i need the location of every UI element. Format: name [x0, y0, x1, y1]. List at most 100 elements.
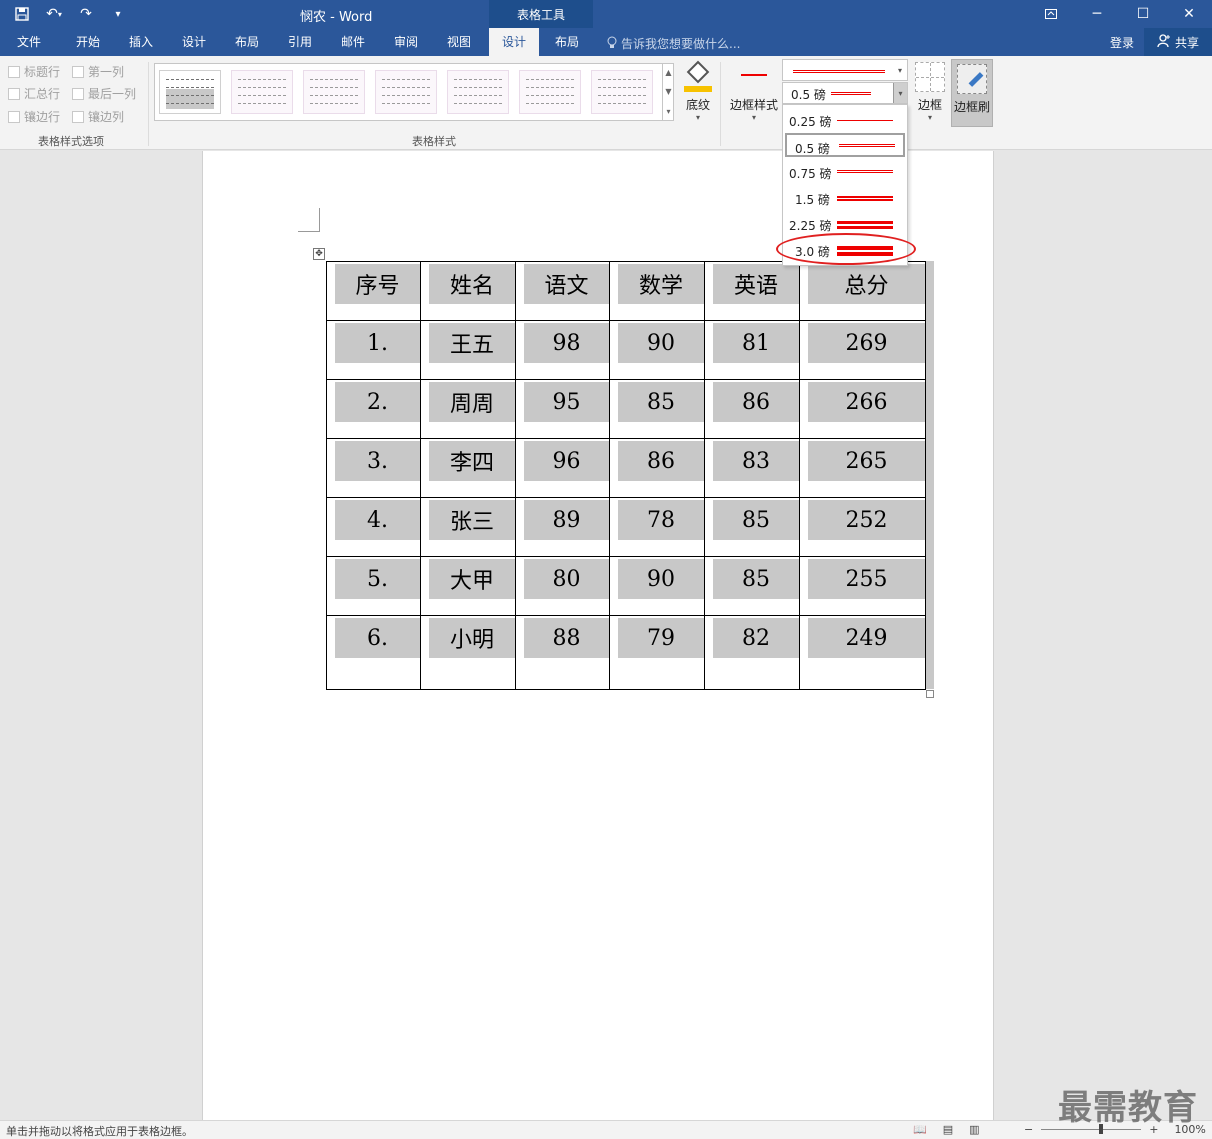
table-cell[interactable]: 79: [609, 615, 705, 690]
share-button[interactable]: 共享: [1144, 28, 1212, 56]
redo-icon[interactable]: ↷: [72, 2, 100, 26]
chevron-down-icon[interactable]: ▾: [893, 83, 907, 103]
table-cell[interactable]: 1.: [326, 320, 421, 380]
chevron-down-icon[interactable]: ▾: [893, 60, 907, 80]
table-cell[interactable]: 总分: [799, 261, 926, 321]
table-cell[interactable]: 78: [609, 497, 705, 557]
table-cell[interactable]: 周周: [420, 379, 516, 439]
tab-file[interactable]: 文件: [6, 28, 52, 56]
table-style-swatch[interactable]: [303, 70, 365, 114]
tab-mailings[interactable]: 邮件: [329, 28, 377, 56]
table-cell[interactable]: 86: [609, 438, 705, 498]
tab-insert[interactable]: 插入: [117, 28, 165, 56]
close-icon[interactable]: ✕: [1166, 0, 1212, 28]
tab-home[interactable]: 开始: [64, 28, 112, 56]
option-banded-rows[interactable]: 镶边行: [8, 108, 60, 125]
tell-me-box[interactable]: 告诉我您想要做什么...: [607, 35, 740, 52]
table-cell[interactable]: 语文: [515, 261, 610, 321]
more-icon[interactable]: ▾: [666, 107, 670, 116]
table-cell[interactable]: 90: [609, 320, 705, 380]
minimize-icon[interactable]: ─: [1074, 0, 1120, 28]
table-style-swatch[interactable]: [231, 70, 293, 114]
table-cell[interactable]: 98: [515, 320, 610, 380]
option-first-column[interactable]: 第一列: [72, 63, 124, 80]
option-banded-columns[interactable]: 镶边列: [72, 108, 124, 125]
table-cell[interactable]: 81: [704, 320, 800, 380]
table-cell[interactable]: 李四: [420, 438, 516, 498]
table-cell[interactable]: 85: [704, 556, 800, 616]
checkbox[interactable]: [8, 65, 20, 78]
table-cell[interactable]: 数学: [609, 261, 705, 321]
border-styles-button[interactable]: 边框样式 ▾: [730, 62, 778, 122]
tab-references[interactable]: 引用: [276, 28, 324, 56]
table-cell[interactable]: 英语: [704, 261, 800, 321]
table-cell[interactable]: 大甲: [420, 556, 516, 616]
table-cell[interactable]: 85: [609, 379, 705, 439]
table-style-swatch[interactable]: [375, 70, 437, 114]
checkbox[interactable]: [8, 87, 20, 100]
tab-review[interactable]: 审阅: [382, 28, 430, 56]
shading-button[interactable]: 底纹 ▾: [684, 60, 712, 122]
table-cell[interactable]: 89: [515, 497, 610, 557]
table-cell[interactable]: 265: [799, 438, 926, 498]
checkbox[interactable]: [72, 110, 84, 123]
table-cell[interactable]: 张三: [420, 497, 516, 557]
table-cell[interactable]: 王五: [420, 320, 516, 380]
table-cell[interactable]: 82: [704, 615, 800, 690]
table-cell[interactable]: 序号: [326, 261, 421, 321]
customize-qat-icon[interactable]: ▾: [104, 2, 132, 26]
table-cell[interactable]: 86: [704, 379, 800, 439]
table-cell[interactable]: 80: [515, 556, 610, 616]
table-cell[interactable]: 姓名: [420, 261, 516, 321]
table-style-swatch[interactable]: [591, 70, 653, 114]
table-style-swatch[interactable]: [159, 70, 221, 114]
maximize-icon[interactable]: ☐: [1120, 0, 1166, 28]
table-cell[interactable]: 2.: [326, 379, 421, 439]
save-icon[interactable]: [8, 2, 36, 26]
option-header-row[interactable]: 标题行: [8, 63, 60, 80]
table-cell[interactable]: 4.: [326, 497, 421, 557]
table-cell[interactable]: 6.: [326, 615, 421, 690]
table-cell[interactable]: 249: [799, 615, 926, 690]
borders-button[interactable]: 边框 ▾: [915, 62, 945, 122]
ribbon-display-options-icon[interactable]: [1028, 0, 1074, 28]
table-style-swatch[interactable]: [519, 70, 581, 114]
chevron-up-icon[interactable]: ▲: [665, 68, 671, 77]
border-painter-button[interactable]: 边框刷: [951, 59, 993, 127]
option-total-row[interactable]: 汇总行: [8, 85, 60, 102]
table-cell[interactable]: 90: [609, 556, 705, 616]
option-last-column[interactable]: 最后一列: [72, 85, 136, 102]
table-cell[interactable]: 5.: [326, 556, 421, 616]
tab-layout[interactable]: 布局: [223, 28, 271, 56]
table-cell[interactable]: 小明: [420, 615, 516, 690]
checkbox[interactable]: [8, 110, 20, 123]
table-resize-handle[interactable]: [926, 690, 934, 698]
zoom-out-button[interactable]: −: [1024, 1123, 1033, 1136]
web-layout-icon[interactable]: ▥: [969, 1123, 979, 1136]
line-style-combo[interactable]: ▾: [782, 59, 908, 81]
table-cell[interactable]: 83: [704, 438, 800, 498]
pen-weight-option[interactable]: 0.25 磅: [785, 108, 905, 132]
score-table[interactable]: 序号 姓名 语文 数学 英语 总分 1. 王五 98 90 81 269 2. 周周 95 85 86 266 3.…: [326, 261, 926, 690]
table-cell[interactable]: 3.: [326, 438, 421, 498]
tab-view[interactable]: 视图: [435, 28, 483, 56]
table-cell[interactable]: 96: [515, 438, 610, 498]
zoom-slider[interactable]: [1041, 1124, 1142, 1134]
pen-weight-option[interactable]: 1.5 磅: [785, 186, 905, 210]
table-cell[interactable]: 269: [799, 320, 926, 380]
table-cell[interactable]: 95: [515, 379, 610, 439]
pen-weight-option-selected[interactable]: 0.5 磅: [785, 133, 905, 157]
table-cell[interactable]: 252: [799, 497, 926, 557]
sign-in-link[interactable]: 登录: [1110, 34, 1134, 51]
table-cell[interactable]: 255: [799, 556, 926, 616]
table-cell[interactable]: 85: [704, 497, 800, 557]
print-layout-icon[interactable]: ▤: [943, 1123, 953, 1136]
table-cell[interactable]: 266: [799, 379, 926, 439]
pen-weight-combo[interactable]: 0.5 磅 ▾: [782, 82, 908, 104]
tab-table-design[interactable]: 设计: [489, 28, 539, 56]
checkbox[interactable]: [72, 87, 84, 100]
checkbox[interactable]: [72, 65, 84, 78]
tab-design[interactable]: 设计: [170, 28, 218, 56]
table-style-swatch[interactable]: [447, 70, 509, 114]
pen-weight-option[interactable]: 0.75 磅: [785, 160, 905, 184]
